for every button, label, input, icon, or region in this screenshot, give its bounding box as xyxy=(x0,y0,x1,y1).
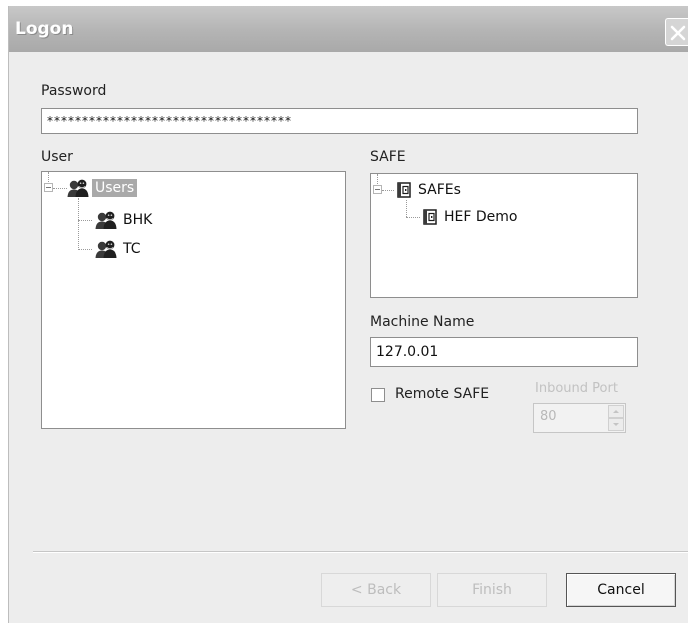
safe-tree-expander[interactable] xyxy=(373,185,382,194)
tree-node-tc[interactable]: TC xyxy=(94,238,144,260)
logon-dialog: Logon Password *************************… xyxy=(8,6,688,623)
tree-node-label-safes: SAFEs xyxy=(418,182,461,198)
user-tree-expander[interactable] xyxy=(44,183,53,192)
users-group-icon xyxy=(95,211,117,229)
machine-name-field[interactable]: 127.0.01 xyxy=(370,337,638,367)
machine-name-label: Machine Name xyxy=(370,314,475,330)
users-group-icon xyxy=(67,179,89,197)
footer-separator xyxy=(33,551,688,553)
password-label: Password xyxy=(41,83,107,99)
close-button[interactable] xyxy=(665,18,688,46)
spin-down-button[interactable] xyxy=(608,418,624,431)
user-tree[interactable]: Users BHK TC xyxy=(41,171,346,429)
user-label: User xyxy=(41,149,73,165)
inbound-port-label: Inbound Port xyxy=(535,381,618,396)
cancel-button[interactable]: Cancel xyxy=(566,573,676,607)
users-group-icon xyxy=(95,240,117,258)
back-button[interactable]: < Back xyxy=(321,573,431,607)
tree-node-label-hef-demo: HEF Demo xyxy=(444,209,518,225)
safe-label: SAFE xyxy=(370,149,406,165)
safe-icon xyxy=(397,182,411,198)
tree-node-safes[interactable]: SAFEs xyxy=(395,179,464,201)
remote-safe-label: Remote SAFE xyxy=(395,386,490,402)
finish-button[interactable]: Finish xyxy=(437,573,547,607)
tree-node-label-tc: TC xyxy=(123,241,141,257)
password-field[interactable]: *********************************** xyxy=(41,108,638,134)
remote-safe-checkbox[interactable] xyxy=(371,388,385,402)
title-bar: Logon xyxy=(9,6,688,52)
tree-node-hef-demo[interactable]: HEF Demo xyxy=(421,206,520,228)
close-icon xyxy=(670,25,686,41)
chevron-up-icon xyxy=(613,410,619,413)
chevron-down-icon xyxy=(613,423,619,426)
inbound-port-value: 80 xyxy=(540,409,557,424)
tree-node-bhk[interactable]: BHK xyxy=(94,209,155,231)
safe-icon xyxy=(423,209,437,225)
inbound-port-spinner[interactable]: 80 xyxy=(533,403,626,433)
tree-node-users[interactable]: Users xyxy=(66,177,138,199)
spin-up-button[interactable] xyxy=(608,405,624,418)
tree-node-label-users: Users xyxy=(92,179,138,197)
tree-node-label-bhk: BHK xyxy=(123,212,153,228)
safe-tree[interactable]: SAFEs HEF Demo xyxy=(370,173,638,298)
window-title: Logon xyxy=(15,19,74,39)
